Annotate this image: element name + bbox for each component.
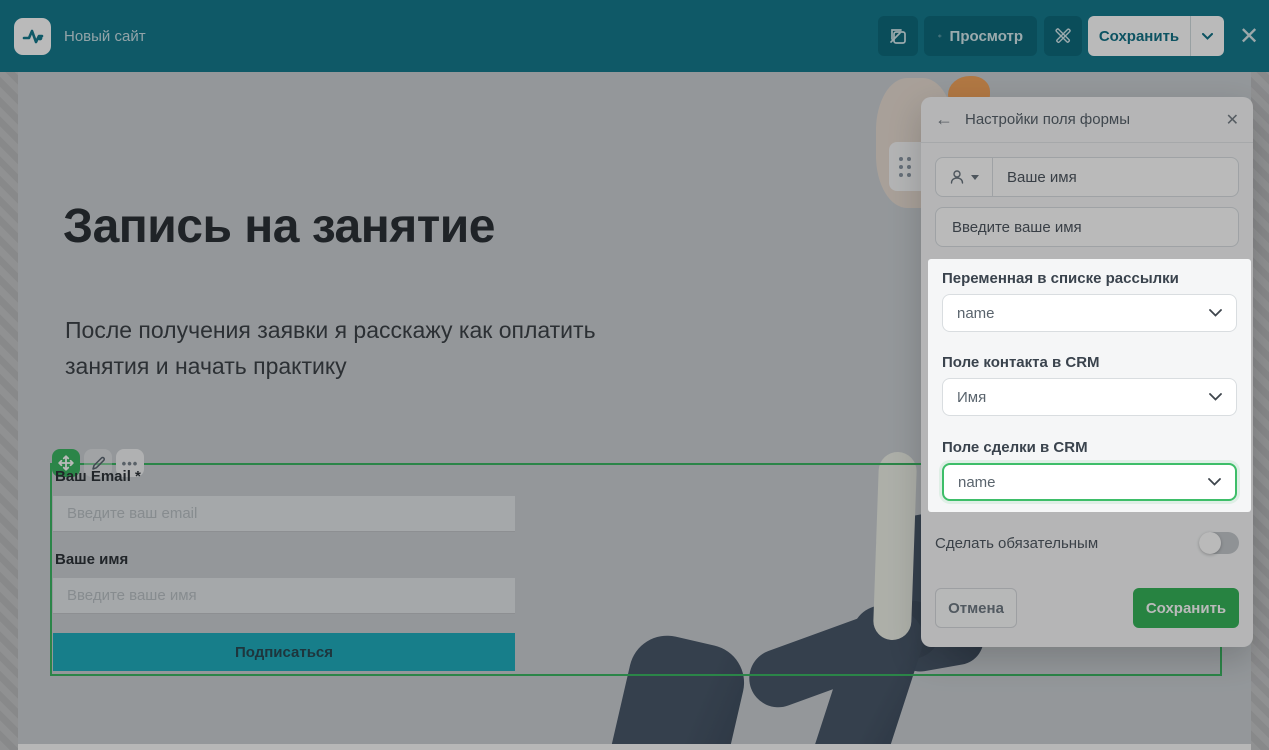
design-elements-button[interactable] <box>878 16 918 56</box>
field-label-row <box>935 157 1239 197</box>
edit-tools-button[interactable] <box>1044 16 1082 56</box>
preview-label: Просмотр <box>950 28 1023 45</box>
panel-drag-handle[interactable] <box>889 142 921 191</box>
email-input[interactable] <box>53 496 515 532</box>
crossed-tools-icon <box>1053 26 1073 46</box>
name-input[interactable] <box>53 578 515 614</box>
next-section-strip <box>18 744 1251 750</box>
field-settings-panel: ← Настройки поля формы ✕ Переменная в сп… <box>921 97 1253 647</box>
crm-contact-label: Поле контакта в CRM <box>942 354 1237 371</box>
crm-deal-value: name <box>958 474 996 491</box>
preview-button[interactable]: Просмотр <box>924 16 1037 56</box>
close-editor-button[interactable]: ✕ <box>1233 20 1265 52</box>
chevron-down-icon <box>1209 309 1222 317</box>
save-button[interactable]: Сохранить <box>1088 16 1190 56</box>
panel-body: Переменная в списке рассылки name Поле к… <box>921 143 1253 642</box>
back-icon[interactable]: ← <box>935 109 953 130</box>
mailing-variable-value: name <box>957 305 995 322</box>
pulse-icon <box>20 24 46 50</box>
field-label-input[interactable] <box>993 158 1238 196</box>
chevron-down-icon <box>1208 478 1221 486</box>
editor-topbar: Новый сайт Просмотр Сохранить ✕ <box>0 0 1269 72</box>
cancel-button[interactable]: Отмена <box>935 588 1017 628</box>
subscribe-button[interactable]: Подписаться <box>53 633 515 671</box>
save-split-button: Сохранить <box>1088 16 1224 56</box>
crm-contact-value: Имя <box>957 389 986 406</box>
mailing-variable-select[interactable]: name <box>942 294 1237 332</box>
field-placeholder-input[interactable] <box>935 207 1239 247</box>
crm-contact-select[interactable]: Имя <box>942 378 1237 416</box>
page-edge-right <box>1251 72 1269 750</box>
panel-save-button[interactable]: Сохранить <box>1133 588 1239 628</box>
chevron-down-icon <box>971 175 979 180</box>
hero-description: После получения заявки я расскажу как оп… <box>65 313 610 384</box>
user-icon <box>949 169 965 185</box>
panel-title: Настройки поля формы <box>965 111 1214 128</box>
spotlight-section: Переменная в списке рассылки name Поле к… <box>928 259 1251 512</box>
mailing-variable-label: Переменная в списке рассылки <box>942 270 1237 287</box>
name-field-label: Ваше имя <box>55 551 128 568</box>
field-type-dropdown[interactable] <box>936 158 993 196</box>
site-title: Новый сайт <box>64 0 146 72</box>
drag-dots-icon <box>899 157 911 177</box>
panel-header: ← Настройки поля формы ✕ <box>921 97 1253 143</box>
crm-deal-select[interactable]: name <box>942 463 1237 501</box>
save-dropdown-button[interactable] <box>1190 16 1224 56</box>
eye-icon <box>938 29 942 43</box>
hero-heading: Запись на занятие <box>63 199 495 254</box>
required-toggle-row: Сделать обязательным <box>935 532 1239 554</box>
chevron-down-icon <box>1209 393 1222 401</box>
crm-deal-label: Поле сделки в CRM <box>942 439 1237 456</box>
pen-board-icon <box>888 26 908 46</box>
panel-close-icon[interactable]: ✕ <box>1226 110 1239 130</box>
email-field-label: Ваш Email * <box>55 468 141 485</box>
chevron-down-icon <box>1202 33 1213 40</box>
app-logo <box>14 18 51 55</box>
required-toggle-label: Сделать обязательным <box>935 535 1098 552</box>
page-edge-left <box>0 72 18 750</box>
required-toggle[interactable] <box>1199 532 1239 554</box>
panel-actions: Отмена Сохранить <box>935 588 1239 628</box>
toggle-knob <box>1199 532 1221 554</box>
